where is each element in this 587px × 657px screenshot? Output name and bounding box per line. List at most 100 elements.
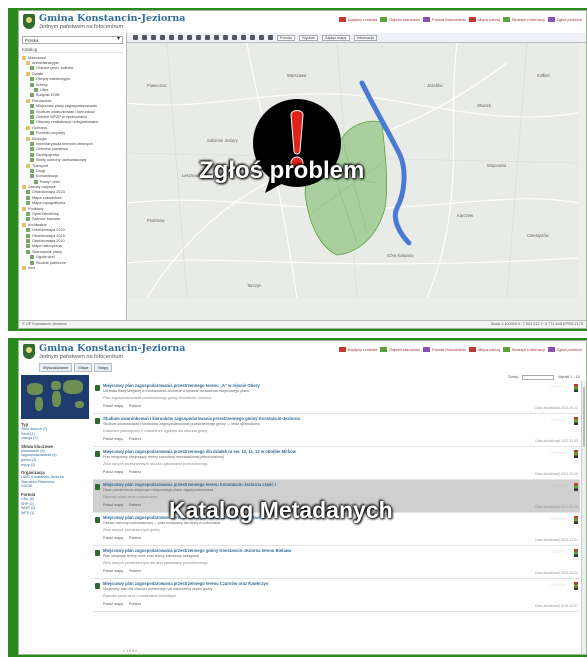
map-tool-icon[interactable] [133, 35, 138, 40]
record-title[interactable]: Studium uwarunkowań i kierunków zagospod… [103, 416, 550, 421]
toolbar-button[interactable]: Informacje [353, 34, 378, 41]
record-flag-icon [574, 450, 578, 458]
toolbar-button[interactable]: Wydruk [299, 34, 318, 41]
record-title[interactable]: Miejscowy plan zagospodarowania przestrz… [103, 482, 550, 487]
header-link[interactable]: Biuletyn Informacji [502, 347, 545, 352]
show-map-link[interactable]: Pokaż mapę [103, 569, 123, 573]
pagination[interactable]: « 1 2 3 » [123, 649, 137, 653]
map-tool-icon[interactable] [232, 35, 237, 40]
download-link[interactable]: Pobierz [129, 503, 141, 507]
map-toolbar: Pomiar Wydruk Zapisz mapę Informacje [127, 33, 586, 43]
toolbar-button[interactable]: Pomiar [277, 34, 296, 41]
download-link[interactable]: Pobierz [129, 536, 141, 540]
map-tool-icon[interactable] [205, 35, 210, 40]
header-link[interactable]: Zgłoś problem [547, 347, 582, 352]
map-tool-icon[interactable] [196, 35, 201, 40]
layer-tree-label: OpenStreetMap [32, 212, 59, 217]
map-tool-icon[interactable] [214, 35, 219, 40]
facet-item[interactable]: WFS (1) [21, 511, 89, 516]
record-title[interactable]: Miejscowy plan zagospodarowania przestrz… [103, 548, 550, 553]
show-map-link[interactable]: Pokaż mapę [103, 437, 123, 441]
header-link[interactable]: Rejestr starostów [380, 17, 420, 22]
download-link[interactable]: Pobierz [129, 404, 141, 408]
header-link[interactable]: Rejestr starostów [380, 347, 420, 352]
record-updated: Data aktualizacji 2021-09-28 [535, 472, 578, 476]
layer-icon [30, 152, 34, 157]
download-link[interactable]: Pobierz [129, 437, 141, 441]
rating-stars[interactable]: ☆☆☆☆☆ [551, 384, 567, 389]
result-record[interactable]: Miejscowy plan zagospodarowania przestrz… [93, 579, 580, 612]
facet-item[interactable]: mpzp (3) [21, 463, 89, 468]
map-tool-icon[interactable] [268, 35, 273, 40]
facet-item[interactable]: GUGiK [21, 484, 89, 489]
map-tool-icon[interactable] [187, 35, 192, 40]
download-link[interactable]: Pobierz [129, 602, 141, 606]
header-link[interactable]: Biuletyn Informacji [502, 17, 545, 22]
world-map-thumbnail[interactable] [21, 375, 89, 419]
header-link[interactable]: Mapa uzbroj [468, 347, 500, 352]
show-map-link[interactable]: Pokaż mapę [103, 503, 123, 507]
header-link[interactable]: Powiat Mazowiecki [423, 347, 466, 352]
toolbar-button[interactable]: Zapisz mapę [321, 34, 350, 41]
map-tool-icon[interactable] [259, 35, 264, 40]
catalog-nav-tab[interactable]: Mapy [94, 363, 113, 372]
facet-item[interactable]: Usługa (2) [21, 436, 89, 441]
record-title[interactable]: Miejscowy plan zagospodarowania przestrz… [103, 383, 550, 388]
folder-icon [22, 55, 26, 60]
map-tool-icon[interactable] [223, 35, 228, 40]
map-tool-icon[interactable] [241, 35, 246, 40]
metadata-catalog-title[interactable]: Katalog Metadanych [169, 497, 393, 524]
record-title[interactable]: Miejscowy plan zagospodarowania przestrz… [103, 449, 550, 454]
rating-stars[interactable]: ☆☆☆☆☆ [551, 516, 567, 521]
layer-tree-label: Ochrona powietrza [36, 147, 68, 152]
header-link[interactable]: Powiat Mazowiecki [423, 17, 466, 22]
result-record[interactable]: Studium uwarunkowań i kierunków zagospod… [93, 414, 580, 447]
map-tool-icon[interactable] [178, 35, 183, 40]
header-link[interactable]: Kaptyny umiesta [338, 347, 377, 352]
site-title[interactable]: Gmina Konstancin-Jeziorna [39, 343, 185, 354]
result-record[interactable]: Miejscowy plan zagospodarowania przestrz… [93, 546, 580, 579]
record-title[interactable]: Miejscowy plan zagospodarowania przestrz… [103, 581, 550, 586]
header-link[interactable]: Kaptyny umiesta [338, 17, 377, 22]
download-link[interactable]: Pobierz [129, 569, 141, 573]
layer-tree-item[interactable]: Inne [22, 265, 123, 270]
header-link-label: Biuletyn Informacji [511, 17, 545, 22]
folder-icon [26, 125, 30, 130]
record-description: Dane przestrzenne dotyczące miejscowego … [103, 488, 214, 492]
rating-stars[interactable]: ☆☆☆☆☆ [551, 450, 567, 455]
report-problem-title[interactable]: Zgłoś problem [199, 157, 364, 185]
header-link[interactable]: Mapa uzbroj [468, 17, 500, 22]
sort-bar: Sortuj Wyniki 1 - 10 [93, 373, 580, 381]
layer-icon [26, 228, 30, 233]
map-tool-icon[interactable] [169, 35, 174, 40]
view-select[interactable]: Polska [22, 36, 123, 44]
map-tool-icon[interactable] [250, 35, 255, 40]
show-map-link[interactable]: Pokaż mapę [103, 470, 123, 474]
download-link[interactable]: Pobierz [129, 470, 141, 474]
rating-stars[interactable]: ☆☆☆☆☆ [551, 582, 567, 587]
site-title[interactable]: Gmina Konstancin-Jeziorna [39, 13, 185, 24]
header-link[interactable]: Zgłoś problem [547, 17, 582, 22]
record-abstract: Dokument planistyczny o charakterze ogól… [103, 429, 208, 433]
show-map-link[interactable]: Pokaż mapę [103, 536, 123, 540]
layer-tree-label: Mapa zasadnicza [32, 195, 62, 200]
map-tool-icon[interactable] [160, 35, 165, 40]
catalog-nav-tab[interactable]: Wyszukiwanie [39, 363, 73, 372]
rating-stars[interactable]: ☆☆☆☆☆ [551, 417, 567, 422]
catalog-nav-tab[interactable]: Mapa [74, 363, 93, 372]
folder-icon [26, 163, 30, 168]
result-record[interactable]: Miejscowy plan zagospodarowania przestrz… [93, 381, 580, 414]
result-record[interactable]: Miejscowy plan zagospodarowania przestrz… [93, 447, 580, 480]
record-description: Uchwała Rady Miejskiej w Konstancinie-Je… [103, 389, 250, 393]
show-map-link[interactable]: Pokaż mapę [103, 404, 123, 408]
rating-stars[interactable]: ☆☆☆☆☆ [551, 549, 567, 554]
results-scrollbar[interactable] [581, 381, 586, 654]
rating-stars[interactable]: ☆☆☆☆☆ [551, 483, 567, 488]
dataset-icon [95, 583, 100, 589]
map-tool-icon[interactable] [151, 35, 156, 40]
sort-select[interactable] [522, 374, 555, 380]
show-map-link[interactable]: Pokaż mapę [103, 602, 123, 606]
record-flag-icon [574, 483, 578, 491]
map-tool-icon[interactable] [142, 35, 147, 40]
layer-icon [30, 131, 34, 136]
